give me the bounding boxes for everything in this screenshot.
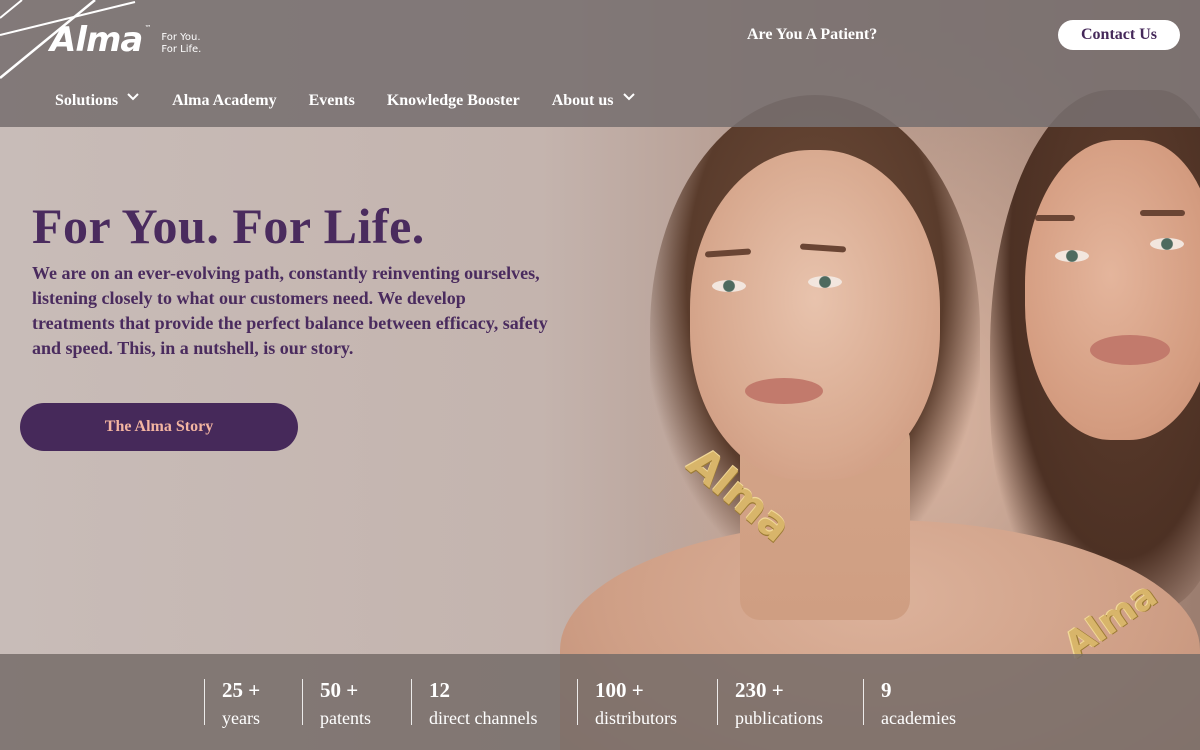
eye-shape xyxy=(1055,250,1089,262)
alma-story-button[interactable]: The Alma Story xyxy=(20,403,298,451)
stat-label: academies xyxy=(881,708,956,728)
stat-item: 50 + patents xyxy=(302,678,371,728)
nav-item-label: About us xyxy=(551,92,614,109)
stat-value: 230 + xyxy=(735,678,784,702)
eyebrow-shape xyxy=(1035,215,1075,221)
face-shape xyxy=(690,150,940,480)
stat-item: 25 + years xyxy=(204,678,261,728)
nav-item-label: Knowledge Booster xyxy=(386,92,520,109)
stat-label: direct channels xyxy=(429,708,538,728)
alma-logo[interactable]: Alma ™ For You. For Life. xyxy=(50,20,201,60)
site-header: Alma ™ For You. For Life. Are You A Pati… xyxy=(0,0,1200,127)
stat-item: 12 direct channels xyxy=(411,678,537,728)
chevron-down-icon xyxy=(622,93,635,101)
nav-item-label: Solutions xyxy=(55,92,119,109)
stat-item: 9 academies xyxy=(863,678,956,728)
stat-label: distributors xyxy=(595,708,678,728)
chevron-down-icon xyxy=(127,93,139,101)
hero-title: For You. For Life. xyxy=(32,198,425,254)
stat-label: publications xyxy=(735,708,823,728)
face-shape xyxy=(1025,140,1200,440)
trademark-symbol: ™ xyxy=(144,24,152,32)
eye-shape xyxy=(1150,238,1184,250)
stat-value: 9 xyxy=(881,678,892,702)
stat-value: 12 xyxy=(429,678,450,702)
hero-description: We are on an ever-evolving path, constan… xyxy=(32,263,548,358)
main-nav: Solutions Alma Academy Events Knowledge … xyxy=(55,90,668,112)
stat-item: 100 + distributors xyxy=(577,678,677,728)
eye-shape xyxy=(712,280,746,292)
lips-shape xyxy=(1090,335,1170,365)
tagline-line: For You. xyxy=(161,32,201,43)
logo-wordmark: Alma xyxy=(50,20,143,60)
logo-tagline: For You. For Life. xyxy=(161,32,201,56)
eyebrow-shape xyxy=(1140,210,1185,216)
nav-item-alma-academy[interactable]: Alma Academy xyxy=(172,90,276,112)
stats-bar: 25 + years 50 + patents 12 direct channe… xyxy=(0,654,1200,750)
stat-label: years xyxy=(222,708,260,728)
stat-value: 50 + xyxy=(320,678,359,702)
nav-item-events[interactable]: Events xyxy=(309,90,355,112)
lips-shape xyxy=(745,378,823,404)
eye-shape xyxy=(808,276,842,288)
stat-value: 100 + xyxy=(595,678,644,702)
contact-us-button[interactable]: Contact Us xyxy=(1058,20,1180,50)
tagline-line: For Life. xyxy=(161,44,202,55)
nav-item-label: Alma Academy xyxy=(172,92,277,109)
stat-label: patents xyxy=(320,708,371,728)
nav-item-label: Events xyxy=(308,92,355,109)
patient-link[interactable]: Are You A Patient? xyxy=(747,26,877,44)
stat-item: 230 + publications xyxy=(717,678,823,728)
nav-item-knowledge-booster[interactable]: Knowledge Booster xyxy=(387,90,520,112)
nav-item-solutions[interactable]: Solutions xyxy=(55,90,140,112)
stat-value: 25 + xyxy=(222,678,261,702)
nav-item-about-us[interactable]: About us xyxy=(552,90,636,112)
